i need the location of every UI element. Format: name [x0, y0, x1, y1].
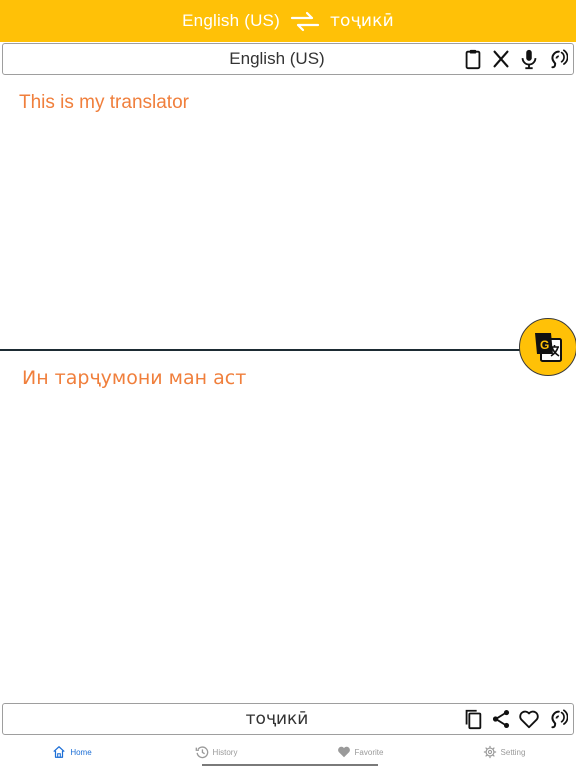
- google-translate-icon: G: [535, 333, 562, 362]
- swap-arrows-icon[interactable]: [290, 10, 320, 32]
- source-language-bar: English (US): [2, 43, 574, 75]
- source-text[interactable]: This is my translator: [19, 92, 559, 114]
- speaker-icon[interactable]: [545, 47, 569, 71]
- header-source-language[interactable]: English (US): [178, 11, 284, 31]
- source-toolbar: [461, 47, 573, 71]
- history-icon: [195, 746, 208, 759]
- gear-icon: [483, 745, 496, 759]
- top-bar: English (US) тоҷикӣ: [0, 0, 576, 42]
- share-icon[interactable]: [489, 707, 513, 731]
- tab-favorite-label: Favorite: [354, 747, 384, 757]
- target-language-bar: тоҷикӣ: [2, 703, 574, 735]
- speaker-icon[interactable]: [545, 707, 569, 731]
- source-language-label[interactable]: English (US): [3, 49, 461, 69]
- microphone-icon[interactable]: [517, 47, 541, 71]
- header-target-language[interactable]: тоҷикӣ: [326, 11, 398, 31]
- svg-text:G: G: [540, 338, 549, 352]
- home-icon: [53, 746, 65, 758]
- divider: [0, 349, 528, 351]
- copy-icon[interactable]: [461, 707, 485, 731]
- tab-setting-label: Setting: [500, 747, 526, 757]
- tab-history-label: History: [212, 747, 238, 757]
- target-toolbar: [461, 707, 573, 731]
- clear-icon[interactable]: [489, 47, 513, 71]
- clipboard-icon[interactable]: [461, 47, 485, 71]
- tab-setting[interactable]: Setting: [432, 736, 576, 768]
- favorite-icon[interactable]: [517, 707, 541, 731]
- heart-icon: [337, 746, 350, 758]
- target-language-label[interactable]: тоҷикӣ: [3, 709, 461, 729]
- tab-indicator: [202, 764, 378, 766]
- tab-home[interactable]: Home: [0, 736, 144, 768]
- tab-home-label: Home: [70, 747, 92, 757]
- translated-text: Ин тарҷумони ман аст: [22, 367, 247, 389]
